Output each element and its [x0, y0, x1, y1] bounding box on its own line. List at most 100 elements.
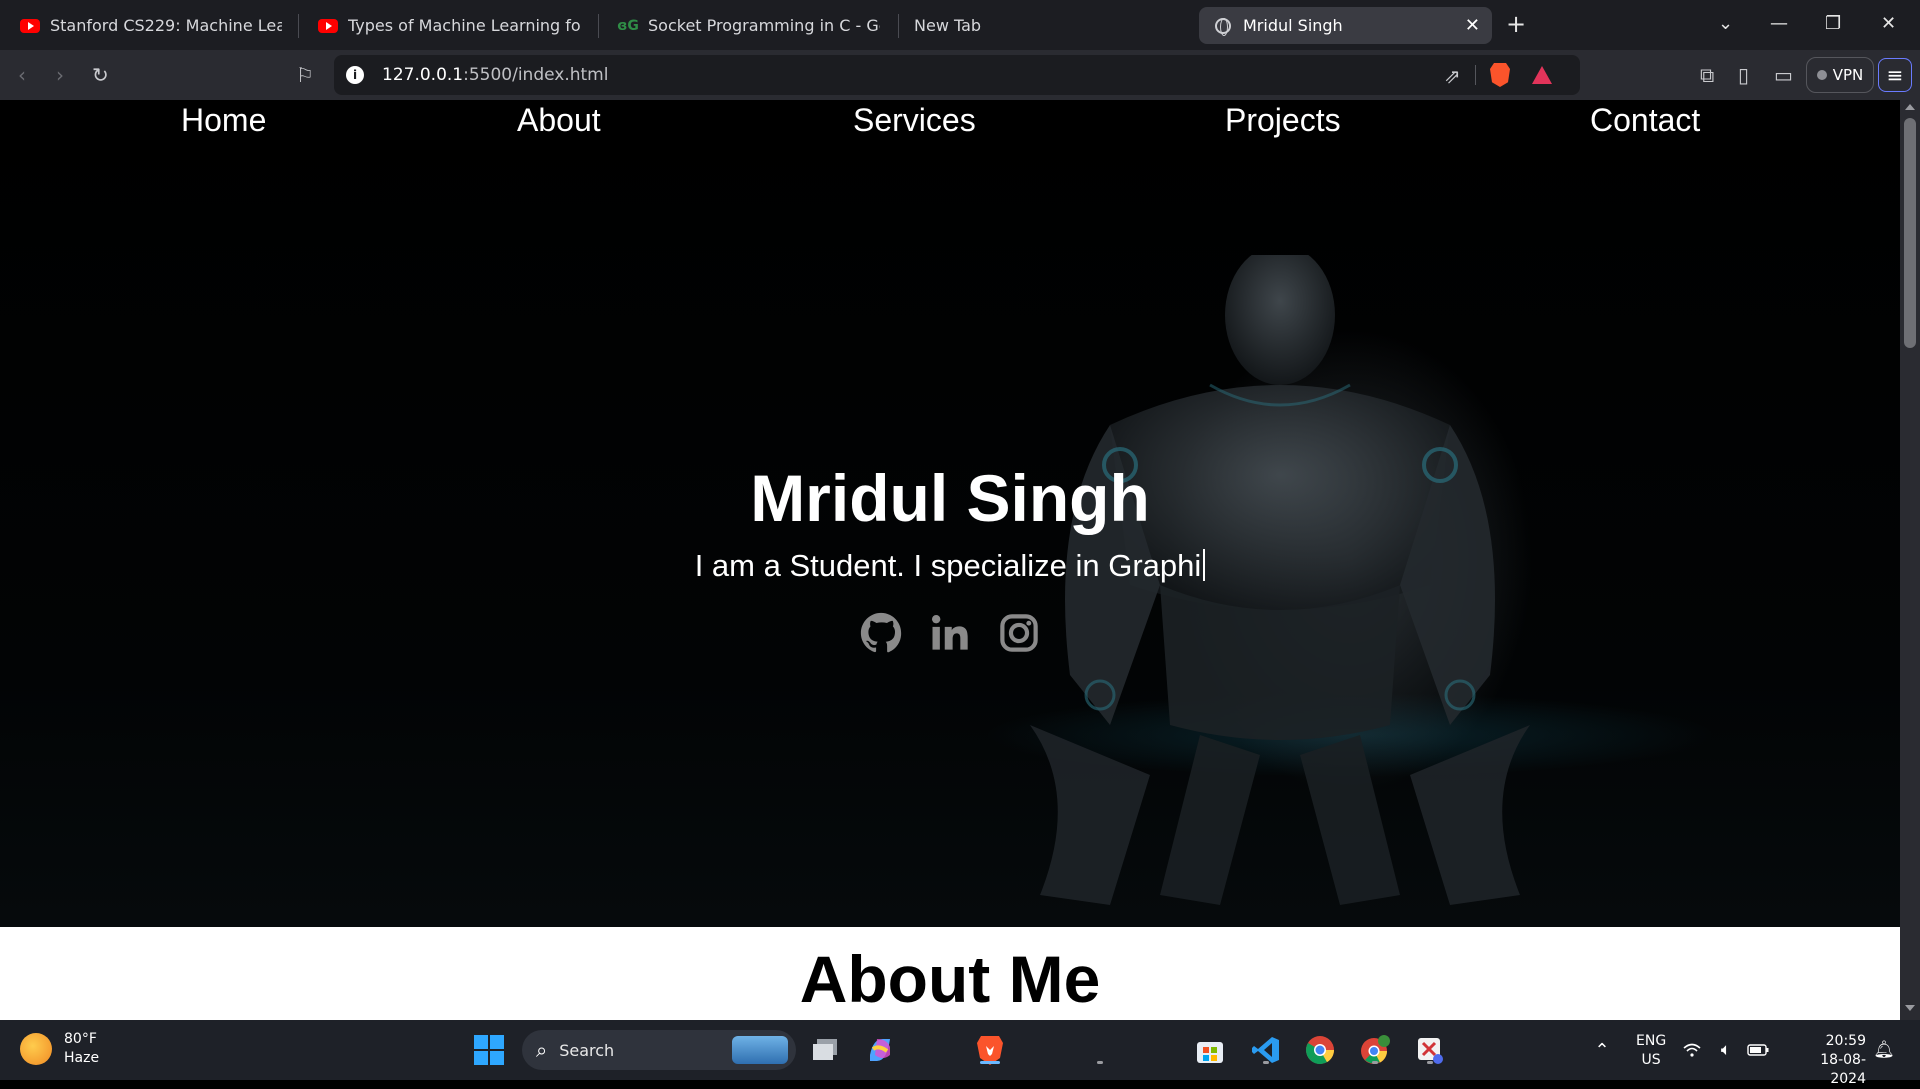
- extensions-icon[interactable]: ⧉: [1700, 63, 1714, 87]
- taskbar-overflow[interactable]: [1082, 1032, 1118, 1068]
- minimize-icon[interactable]: —: [1770, 12, 1788, 36]
- running-indicator: [1263, 1061, 1269, 1064]
- tab-new-tab[interactable]: New Tab: [900, 7, 1190, 44]
- youtube-icon: [20, 18, 40, 33]
- wifi-icon[interactable]: [1680, 1032, 1704, 1068]
- scroll-up-icon[interactable]: [1905, 104, 1915, 110]
- tab-search-chevron-icon[interactable]: ⌄: [1718, 12, 1733, 36]
- url-text[interactable]: 127.0.0.1:5500/index.html: [382, 65, 608, 85]
- forward-icon[interactable]: ›: [56, 63, 64, 87]
- microsoft-store-icon: [1197, 1042, 1223, 1063]
- nav-projects[interactable]: Projects: [1225, 102, 1341, 139]
- weather-widget[interactable]: 80°F Haze: [20, 1030, 99, 1068]
- weather-temp: 80°F: [64, 1031, 97, 1047]
- windows-logo-icon: [474, 1035, 504, 1065]
- language-indicator[interactable]: ENG US: [1636, 1032, 1666, 1070]
- geeksforgeeks-icon: ɞG: [617, 17, 639, 34]
- brave-shields-icon[interactable]: [1490, 63, 1510, 87]
- address-bar[interactable]: i 127.0.0.1:5500/index.html ⇗: [334, 55, 1580, 95]
- clock-date: 18-08-2024: [1820, 1052, 1866, 1087]
- search-label: Search: [559, 1040, 615, 1060]
- copilot-icon: [870, 1039, 890, 1061]
- tab-separator: [898, 14, 899, 38]
- tab-title: Socket Programming in C - Geeksfo: [648, 16, 880, 35]
- about-heading: About Me: [799, 942, 1101, 1016]
- close-window-icon[interactable]: ✕: [1881, 12, 1896, 36]
- reload-icon[interactable]: ↻: [92, 63, 109, 87]
- tab-types-of-ml[interactable]: Types of Machine Learning for Begir: [304, 7, 594, 44]
- url-path: :5500/index.html: [463, 65, 609, 85]
- chrome-button[interactable]: [1302, 1032, 1338, 1068]
- hero-tagline: I am a Student. I specialize in Graphi: [0, 548, 1900, 584]
- linkedin-icon[interactable]: [929, 612, 971, 654]
- start-button[interactable]: [471, 1032, 507, 1068]
- battery-icon[interactable]: [1746, 1032, 1770, 1068]
- running-indicator: [1097, 1061, 1103, 1064]
- clock[interactable]: 20:59 18-08-2024: [1786, 1032, 1866, 1089]
- bookmark-icon[interactable]: ⚐: [296, 63, 314, 87]
- task-view-icon: [813, 1039, 837, 1060]
- tab-separator: [598, 14, 599, 38]
- copilot-button[interactable]: [862, 1032, 898, 1068]
- vscode-button[interactable]: [1248, 1032, 1284, 1068]
- new-tab-button[interactable]: +: [1506, 12, 1526, 36]
- sidebar-icon[interactable]: ▯: [1738, 63, 1749, 87]
- tab-stanford-cs229[interactable]: Stanford CS229: Machine Learning C: [6, 7, 296, 44]
- scroll-thumb[interactable]: [1904, 118, 1916, 348]
- globe-icon: [1213, 17, 1233, 36]
- brave-taskbar-button[interactable]: [972, 1032, 1008, 1068]
- restore-icon[interactable]: ❐: [1825, 12, 1841, 36]
- browser-toolbar: ‹ › ↻ ⚐ i 127.0.0.1:5500/index.html ⇗ ⧉ …: [0, 50, 1920, 100]
- hero-name: Mridul Singh: [750, 461, 1150, 535]
- windows-taskbar: 80°F Haze ⌕ Search ⌃ ENG US 🔈︎ 20:59 18-…: [0, 1020, 1920, 1087]
- main-nav: Home About Services Projects Contact: [0, 100, 1900, 150]
- notification-bell-icon[interactable]: 🔔︎: [1872, 1032, 1896, 1068]
- close-tab-icon[interactable]: ✕: [1465, 15, 1480, 36]
- typing-cursor: [1203, 549, 1206, 581]
- tab-strip: Stanford CS229: Machine Learning C Types…: [0, 0, 1920, 50]
- hero-section: Home About Services Projects Contact Mri…: [0, 100, 1900, 927]
- tab-socket-programming[interactable]: ɞG Socket Programming in C - Geeksfo: [604, 7, 894, 44]
- language-code: ENG: [1636, 1033, 1667, 1049]
- tray-overflow-chevron-icon[interactable]: ⌃: [1584, 1032, 1620, 1068]
- region-code: US: [1641, 1052, 1661, 1068]
- youtube-icon: [318, 18, 338, 33]
- social-links: [860, 612, 1060, 662]
- tab-title: Mridul Singh: [1243, 16, 1343, 35]
- chrome-icon: [1306, 1036, 1334, 1065]
- about-section: About Me: [0, 927, 1900, 1020]
- tab-title: Types of Machine Learning for Begir: [348, 16, 580, 35]
- running-indicator: [1427, 1061, 1433, 1064]
- scroll-down-icon[interactable]: [1905, 1005, 1915, 1011]
- active-indicator: [980, 1061, 1000, 1064]
- vpn-button[interactable]: VPN: [1806, 57, 1874, 93]
- brave-rewards-icon[interactable]: [1532, 66, 1552, 84]
- menu-icon[interactable]: ≡: [1878, 58, 1912, 92]
- vpn-status-dot: [1816, 70, 1827, 80]
- site-info-icon[interactable]: i: [346, 66, 364, 84]
- vpn-label: VPN: [1832, 66, 1864, 84]
- haze-weather-icon: [20, 1033, 52, 1065]
- back-icon[interactable]: ‹: [18, 63, 26, 87]
- share-icon[interactable]: ⇗: [1444, 64, 1461, 88]
- tagline-text: I am a Student. I specialize in Graphi: [694, 548, 1202, 583]
- wallet-icon[interactable]: ▭: [1774, 63, 1793, 87]
- clock-time: 20:59: [1825, 1033, 1866, 1049]
- github-icon[interactable]: [860, 612, 902, 654]
- running-indicator: [1372, 1061, 1378, 1064]
- page-scrollbar[interactable]: [1900, 100, 1920, 1020]
- nav-about[interactable]: About: [517, 102, 601, 139]
- tab-separator: [298, 14, 299, 38]
- taskbar-search[interactable]: ⌕ Search: [522, 1030, 796, 1070]
- instagram-icon[interactable]: [998, 612, 1040, 654]
- volume-icon[interactable]: 🔈︎: [1714, 1032, 1738, 1068]
- chrome-profile-button[interactable]: [1357, 1032, 1393, 1068]
- snipping-tool-button[interactable]: [1412, 1032, 1448, 1068]
- tab-mridul-singh[interactable]: Mridul Singh ✕: [1199, 7, 1492, 44]
- nav-home[interactable]: Home: [181, 102, 266, 139]
- nav-contact[interactable]: Contact: [1590, 102, 1700, 139]
- divider: [1475, 65, 1476, 85]
- ms-store-button[interactable]: [1192, 1032, 1228, 1068]
- nav-services[interactable]: Services: [853, 102, 976, 139]
- task-view-button[interactable]: [808, 1032, 844, 1068]
